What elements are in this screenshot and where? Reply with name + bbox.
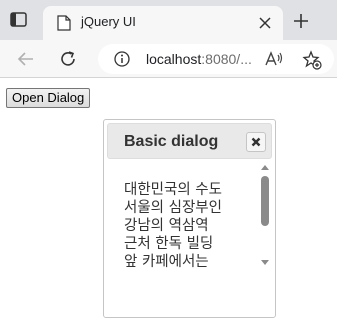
basic-dialog: Basic dialog 대한민국의 수도 서울의 심장부인 강남의 역삼역 근… (103, 119, 276, 318)
tab-strip: jQuery UI (0, 0, 337, 40)
dialog-line: 강남의 역삼역 (124, 218, 209, 234)
dialog-scrollbar[interactable] (259, 162, 271, 272)
url-host: localhost (146, 51, 202, 67)
new-tab-plus-icon[interactable] (291, 11, 311, 31)
dialog-line: 앞 카페에서는 (124, 254, 209, 270)
dialog-titlebar[interactable]: Basic dialog (107, 123, 272, 159)
url-path: :8080/... (201, 51, 252, 67)
tab-actions-icon[interactable] (10, 12, 28, 28)
back-arrow-icon[interactable] (16, 49, 36, 69)
open-dialog-button[interactable]: Open Dialog (6, 88, 91, 108)
scroll-down-icon[interactable] (261, 260, 269, 266)
address-bar[interactable]: localhost:8080/... (98, 44, 334, 74)
browser-toolbar: localhost:8080/... (0, 40, 337, 78)
tab-title: jQuery UI (81, 14, 136, 29)
url-text[interactable]: localhost:8080/... (146, 51, 252, 67)
scroll-up-icon[interactable] (261, 164, 269, 170)
page-favicon-icon (57, 15, 71, 31)
dialog-line: 대한민국의 수도 (124, 182, 222, 198)
close-icon (251, 137, 261, 147)
page-content: Open Dialog Basic dialog 대한민국의 수도 서울의 심장… (0, 79, 337, 318)
dialog-title: Basic dialog (124, 133, 219, 150)
close-tab-icon[interactable] (257, 15, 273, 31)
site-info-icon[interactable] (114, 51, 130, 67)
reload-icon[interactable] (58, 49, 78, 69)
dialog-content[interactable]: 대한민국의 수도 서울의 심장부인 강남의 역삼역 근처 한독 빌딩 앞 카페에… (107, 162, 272, 312)
dialog-line: 근처 한독 빌딩 (124, 236, 214, 252)
read-aloud-icon[interactable] (264, 50, 284, 68)
add-favorite-icon[interactable] (302, 50, 322, 70)
scroll-thumb[interactable] (261, 176, 269, 226)
dialog-text: 대한민국의 수도 서울의 심장부인 강남의 역삼역 근처 한독 빌딩 앞 카페에… (124, 181, 254, 271)
dialog-close-button[interactable] (246, 132, 266, 152)
browser-tab[interactable]: jQuery UI (43, 6, 283, 40)
dialog-line: 서울의 심장부인 (124, 200, 222, 216)
